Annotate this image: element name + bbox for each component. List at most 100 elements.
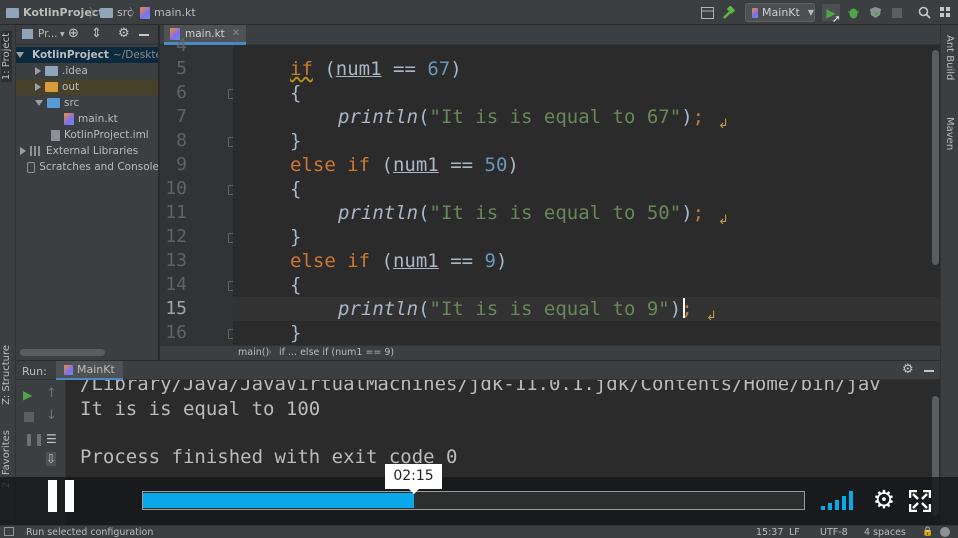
volume-icon[interactable] <box>821 491 857 510</box>
code-line-14: { <box>290 274 302 296</box>
pause-button[interactable] <box>48 480 78 512</box>
caret-position[interactable]: 15:37 <box>756 527 783 538</box>
video-progress-bar[interactable] <box>142 491 805 510</box>
code-editor[interactable]: if (num1 == 67) { println("It is is equa… <box>233 45 940 345</box>
code-line-8: } <box>290 130 302 152</box>
pause-output-icon[interactable]: ❚❚ <box>24 432 44 446</box>
number: 9 <box>484 250 496 272</box>
tree-item-iml[interactable]: KotlinProject.iml <box>16 127 158 143</box>
more-actions-button[interactable] <box>936 4 954 21</box>
scratches-icon <box>27 161 36 173</box>
video-progress-fill <box>143 493 414 508</box>
stop-button[interactable] <box>888 4 906 21</box>
build-hammer-icon[interactable] <box>720 4 738 21</box>
expand-arrow-icon[interactable] <box>35 100 43 106</box>
arrow-up-icon[interactable]: ↑ <box>46 386 57 401</box>
indent-setting[interactable]: 4 spaces <box>864 527 906 538</box>
close-icon[interactable]: ✕ <box>232 28 240 39</box>
project-structure-icon[interactable] <box>698 4 716 21</box>
tree-item-label: External Libraries <box>46 145 139 157</box>
tool-tab-structure[interactable]: Z: Structure <box>1 345 12 405</box>
line-number: 13 <box>165 250 187 271</box>
semicolon-hint-icon[interactable]: ↲ <box>718 213 729 228</box>
tool-windows-icon[interactable] <box>4 527 14 536</box>
tool-tab-maven[interactable]: Maven <box>944 117 955 150</box>
code-line-16: } <box>290 322 302 344</box>
project-toolbar: Pr... ▼ ⊕ ⇕ ⚙ <box>16 25 158 45</box>
navigation-bar: KotlinProject 〉 src 〉 main.kt MainKt ▼ ▶… <box>0 0 958 25</box>
tree-item-idea[interactable]: .idea <box>16 63 158 79</box>
collapse-all-icon[interactable]: ⇕ <box>91 26 102 41</box>
hide-icon[interactable] <box>924 370 934 372</box>
tree-item-kotlinproject[interactable]: KotlinProject ~/Deskte <box>16 47 158 63</box>
editor-vertical-scrollbar[interactable] <box>932 50 939 265</box>
tree-item-scratches[interactable]: Scratches and Console <box>16 159 159 175</box>
number: 50 <box>484 154 508 176</box>
run-with-coverage-button[interactable] <box>866 4 884 21</box>
code-line-10: { <box>290 178 302 200</box>
run-configuration-select[interactable]: MainKt ▼ <box>745 3 815 22</box>
tree-item-out[interactable]: out <box>16 79 158 95</box>
library-icon <box>30 146 42 156</box>
lock-icon[interactable]: 🔒 <box>922 527 933 537</box>
run-tab-mainkt[interactable]: MainKt <box>56 361 123 380</box>
chevron-right-icon: › <box>268 347 272 358</box>
scroll-to-end-icon[interactable]: ⇩ <box>46 452 57 466</box>
rerun-icon[interactable]: ▶ <box>23 388 32 402</box>
kotlin-file-icon <box>64 364 73 375</box>
folder-icon <box>45 66 58 76</box>
stop-icon[interactable] <box>24 412 34 422</box>
tree-item-main-kt[interactable]: main.kt <box>16 111 158 127</box>
tree-item-label: Scratches and Console <box>39 161 159 173</box>
line-number: 9 <box>176 154 187 175</box>
search-everywhere-button[interactable] <box>915 4 933 21</box>
variable: num1 <box>392 154 439 176</box>
semicolon-hint-icon[interactable]: ↲ <box>706 309 717 324</box>
run-tool-window-header: Run: MainKt ⚙ <box>16 360 940 380</box>
caret-down-icon[interactable]: ▼ <box>60 31 65 38</box>
line-separator[interactable]: LF <box>789 527 800 538</box>
locate-target-icon[interactable]: ⊕ <box>68 26 79 41</box>
project-tool-window: Pr... ▼ ⊕ ⇕ ⚙ KotlinProject ~/Deskte .id… <box>16 25 159 360</box>
right-tool-stripe: Ant Build Maven <box>940 25 958 525</box>
tree-item-src[interactable]: src <box>16 95 158 111</box>
breadcrumb-function[interactable]: main() <box>238 347 269 358</box>
expand-arrow-icon[interactable] <box>16 52 24 58</box>
expand-arrow-icon[interactable] <box>35 67 41 75</box>
expand-arrow-icon[interactable] <box>20 147 26 155</box>
status-bar: Run selected configuration 15:37 LF UTF-… <box>0 525 958 538</box>
breadcrumb-file[interactable]: main.kt <box>140 5 196 20</box>
breadcrumb-file-label: main.kt <box>154 6 196 19</box>
project-horizontal-scrollbar[interactable] <box>20 349 105 356</box>
run-configuration-label: MainKt <box>762 6 800 19</box>
breadcrumb-if-block[interactable]: if ... else if (num1 == 9) <box>279 347 394 358</box>
fullscreen-icon[interactable] <box>908 489 932 513</box>
settings-gear-icon[interactable]: ⚙ <box>871 487 897 513</box>
source-folder-icon <box>47 98 60 108</box>
code-line-15: println("It is is equal to 9"); <box>338 298 693 320</box>
text-caret <box>683 298 685 318</box>
soft-wrap-icon[interactable]: ☰ <box>46 432 57 446</box>
inspector-icon[interactable] <box>940 527 950 537</box>
gear-icon[interactable]: ⚙ <box>118 26 130 41</box>
tool-tab-ant-build[interactable]: Ant Build <box>944 35 955 80</box>
editor-gutter: 4 5 6 7 8 9 10 11 12 13 14 15 16 <box>160 35 238 345</box>
semicolon-hint-icon[interactable]: ↲ <box>718 117 729 132</box>
string-literal: "It is is equal to 9" <box>429 298 670 320</box>
code-line-5: if (num1 == 67) <box>290 58 462 80</box>
status-message: Run selected configuration <box>26 527 154 538</box>
tree-item-label: KotlinProject <box>32 49 109 61</box>
kotlin-file-icon <box>752 7 759 18</box>
volume-bar <box>849 491 853 510</box>
debug-button[interactable] <box>844 4 862 21</box>
arrow-down-icon[interactable]: ↓ <box>46 408 57 423</box>
expand-arrow-icon[interactable] <box>35 83 41 91</box>
line-number: 4 <box>176 35 187 56</box>
tool-tab-project[interactable]: 1: Project <box>1 31 12 83</box>
project-view-label[interactable]: Pr... <box>38 28 58 40</box>
gear-icon[interactable]: ⚙ <box>902 362 914 377</box>
file-encoding[interactable]: UTF-8 <box>820 527 848 538</box>
string-literal: "It is is equal to 67" <box>429 106 682 128</box>
volume-bar <box>828 503 832 510</box>
tree-item-external-libraries[interactable]: External Libraries <box>16 143 158 159</box>
